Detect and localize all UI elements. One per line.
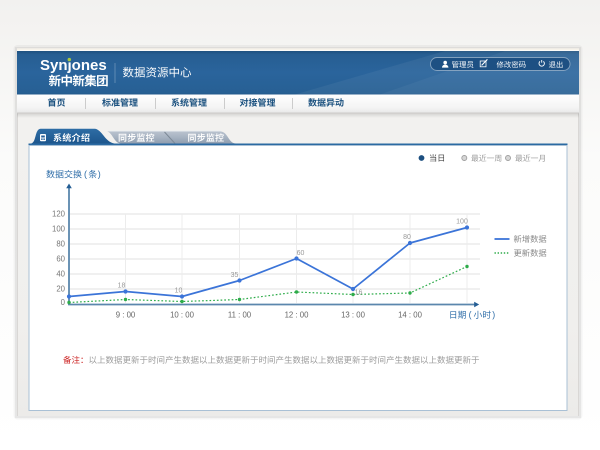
svg-text:10: 10 (175, 288, 183, 295)
svg-text:0: 0 (61, 298, 66, 307)
svg-text:11 : 00: 11 : 00 (228, 311, 252, 320)
svg-text:13 : 00: 13 : 00 (341, 311, 366, 320)
svg-text:14 : 00: 14 : 00 (398, 311, 423, 320)
svg-text:40: 40 (56, 270, 65, 279)
svg-text:18: 18 (118, 283, 126, 290)
svg-text:100: 100 (52, 225, 66, 234)
svg-text:(: ( (469, 310, 472, 320)
svg-text:120: 120 (52, 210, 66, 219)
svg-text:16: 16 (355, 290, 363, 297)
svg-text:): ) (98, 169, 101, 179)
svg-text:80: 80 (56, 240, 65, 249)
svg-text:9 : 00: 9 : 00 (116, 311, 136, 320)
svg-text:10 : 00: 10 : 00 (170, 311, 195, 320)
svg-text:80: 80 (403, 234, 411, 241)
svg-text:60: 60 (56, 255, 65, 264)
svg-text:): ) (492, 310, 495, 320)
svg-text:20: 20 (56, 285, 65, 294)
svg-text:35: 35 (231, 272, 239, 279)
svg-text:100: 100 (456, 219, 468, 226)
svg-text:(: ( (84, 169, 87, 179)
svg-text:12 : 00: 12 : 00 (285, 311, 310, 320)
svg-text:Synjones: Synjones (40, 57, 107, 74)
svg-text:60: 60 (297, 250, 305, 257)
